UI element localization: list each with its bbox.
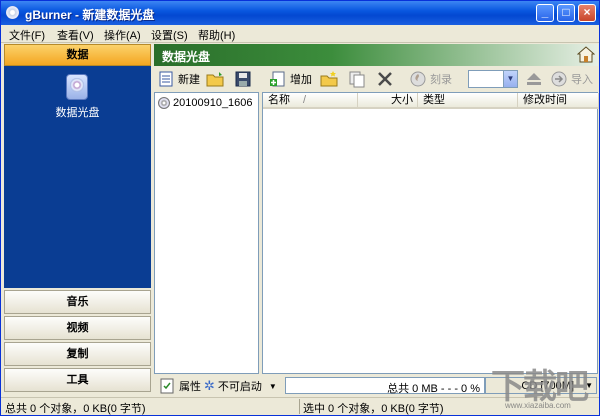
column-header-type[interactable]: 类型 [418, 93, 518, 109]
file-list[interactable]: 名称 / 大小 类型 修改时间 [262, 92, 599, 374]
sidebar-button-copy[interactable]: 复制 [4, 342, 151, 366]
burn-button-label: 刻录 [430, 74, 452, 86]
column-name-label: 名称 [268, 94, 290, 106]
dropdown-arrow-icon: ▼ [268, 381, 277, 391]
section-header: 数据光盘 [154, 44, 598, 66]
menu-settings[interactable]: 设置(S) [151, 27, 188, 43]
sidebar-panel: 数据光盘 [4, 66, 151, 288]
boot-option-button[interactable]: ✲ 不可启动 ▼ [204, 376, 277, 396]
status-divider [299, 399, 300, 414]
add-button[interactable]: 增加 [269, 69, 312, 89]
sidebar-button-video[interactable]: 视频 [4, 316, 151, 340]
gear-icon: ✲ [204, 378, 215, 393]
data-disc-icon[interactable] [66, 74, 88, 100]
status-selected: 选中 0 个对象，0 KB(0 字节) [303, 403, 444, 415]
sidebar-button-tools[interactable]: 工具 [4, 368, 151, 392]
add-button-label: 增加 [290, 74, 312, 86]
sidebar-header-data[interactable]: 数据 [4, 44, 151, 66]
chevron-down-icon[interactable]: ▼ [503, 71, 517, 87]
disc-icon [158, 97, 170, 109]
folder-tree[interactable]: 20100910_1606 [154, 92, 259, 374]
burn-button[interactable]: 刻录 [409, 69, 452, 89]
properties-icon [160, 378, 174, 394]
column-header-name[interactable]: 名称 / [263, 93, 358, 109]
new-document-icon [159, 71, 173, 87]
column-header-size[interactable]: 大小 [358, 93, 418, 109]
title-bar[interactable]: gBurner - 新建数据光盘 _ □ × [1, 1, 599, 25]
minimize-button[interactable]: _ [536, 4, 554, 22]
burn-speed-select[interactable]: ▼ [468, 70, 518, 88]
burn-disc-icon [410, 71, 426, 87]
properties-label: 属性 [179, 381, 201, 393]
watermark-url: www.xiazaiba.com [505, 401, 571, 410]
new-folder-icon[interactable] [320, 70, 338, 88]
import-disc-icon [551, 71, 567, 87]
menu-bar: 文件(F) 查看(V) 操作(A) 设置(S) 帮助(H) [1, 25, 599, 43]
watermark-logo: 下载吧 www.xiazaiba.com [487, 357, 599, 415]
capacity-text: 总共 0 MB - - - 0 % [387, 383, 480, 395]
new-button-label: 新建 [178, 74, 200, 86]
app-window: gBurner - 新建数据光盘 _ □ × 文件(F) 查看(V) 操作(A)… [0, 0, 600, 416]
sidebar-item-data-disc[interactable]: 数据光盘 [4, 104, 151, 120]
sidebar: 数据 数据光盘 音乐 视频 复制 工具 [4, 44, 151, 394]
section-title: 数据光盘 [162, 50, 211, 64]
save-icon[interactable] [234, 70, 252, 88]
sort-indicator-icon: / [303, 94, 307, 106]
tree-item-label: 20100910_1606 [173, 97, 253, 109]
menu-help[interactable]: 帮助(H) [198, 27, 235, 43]
add-file-icon [270, 71, 285, 87]
new-button[interactable]: 新建 [157, 69, 200, 89]
boot-option-label: 不可启动 [217, 381, 262, 393]
import-button[interactable]: 导入 [550, 69, 593, 89]
tree-item-root[interactable]: 20100910_1606 [158, 97, 253, 109]
import-button-label: 导入 [571, 74, 593, 86]
close-button[interactable]: × [578, 4, 596, 22]
copy-files-icon[interactable] [348, 70, 366, 88]
eject-icon[interactable] [525, 70, 543, 88]
window-title: gBurner - 新建数据光盘 [25, 8, 155, 22]
sidebar-button-music[interactable]: 音乐 [4, 290, 151, 314]
home-icon[interactable] [577, 46, 595, 63]
open-folder-icon[interactable] [206, 70, 224, 88]
status-total: 总共 0 个对象，0 KB(0 字节) [5, 403, 146, 415]
column-header-modified[interactable]: 修改时间 [518, 93, 599, 109]
toolbar: 新建 增加 刻录 ▼ 导入 [154, 67, 598, 91]
properties-button[interactable]: 属性 [158, 376, 201, 396]
menu-action[interactable]: 操作(A) [104, 27, 141, 43]
maximize-button[interactable]: □ [557, 4, 575, 22]
capacity-bar: 总共 0 MB - - - 0 % [285, 377, 485, 395]
menu-file[interactable]: 文件(F) [9, 27, 45, 43]
menu-view[interactable]: 查看(V) [57, 27, 94, 43]
delete-icon[interactable] [376, 70, 394, 88]
gburner-app-icon[interactable] [6, 6, 19, 19]
